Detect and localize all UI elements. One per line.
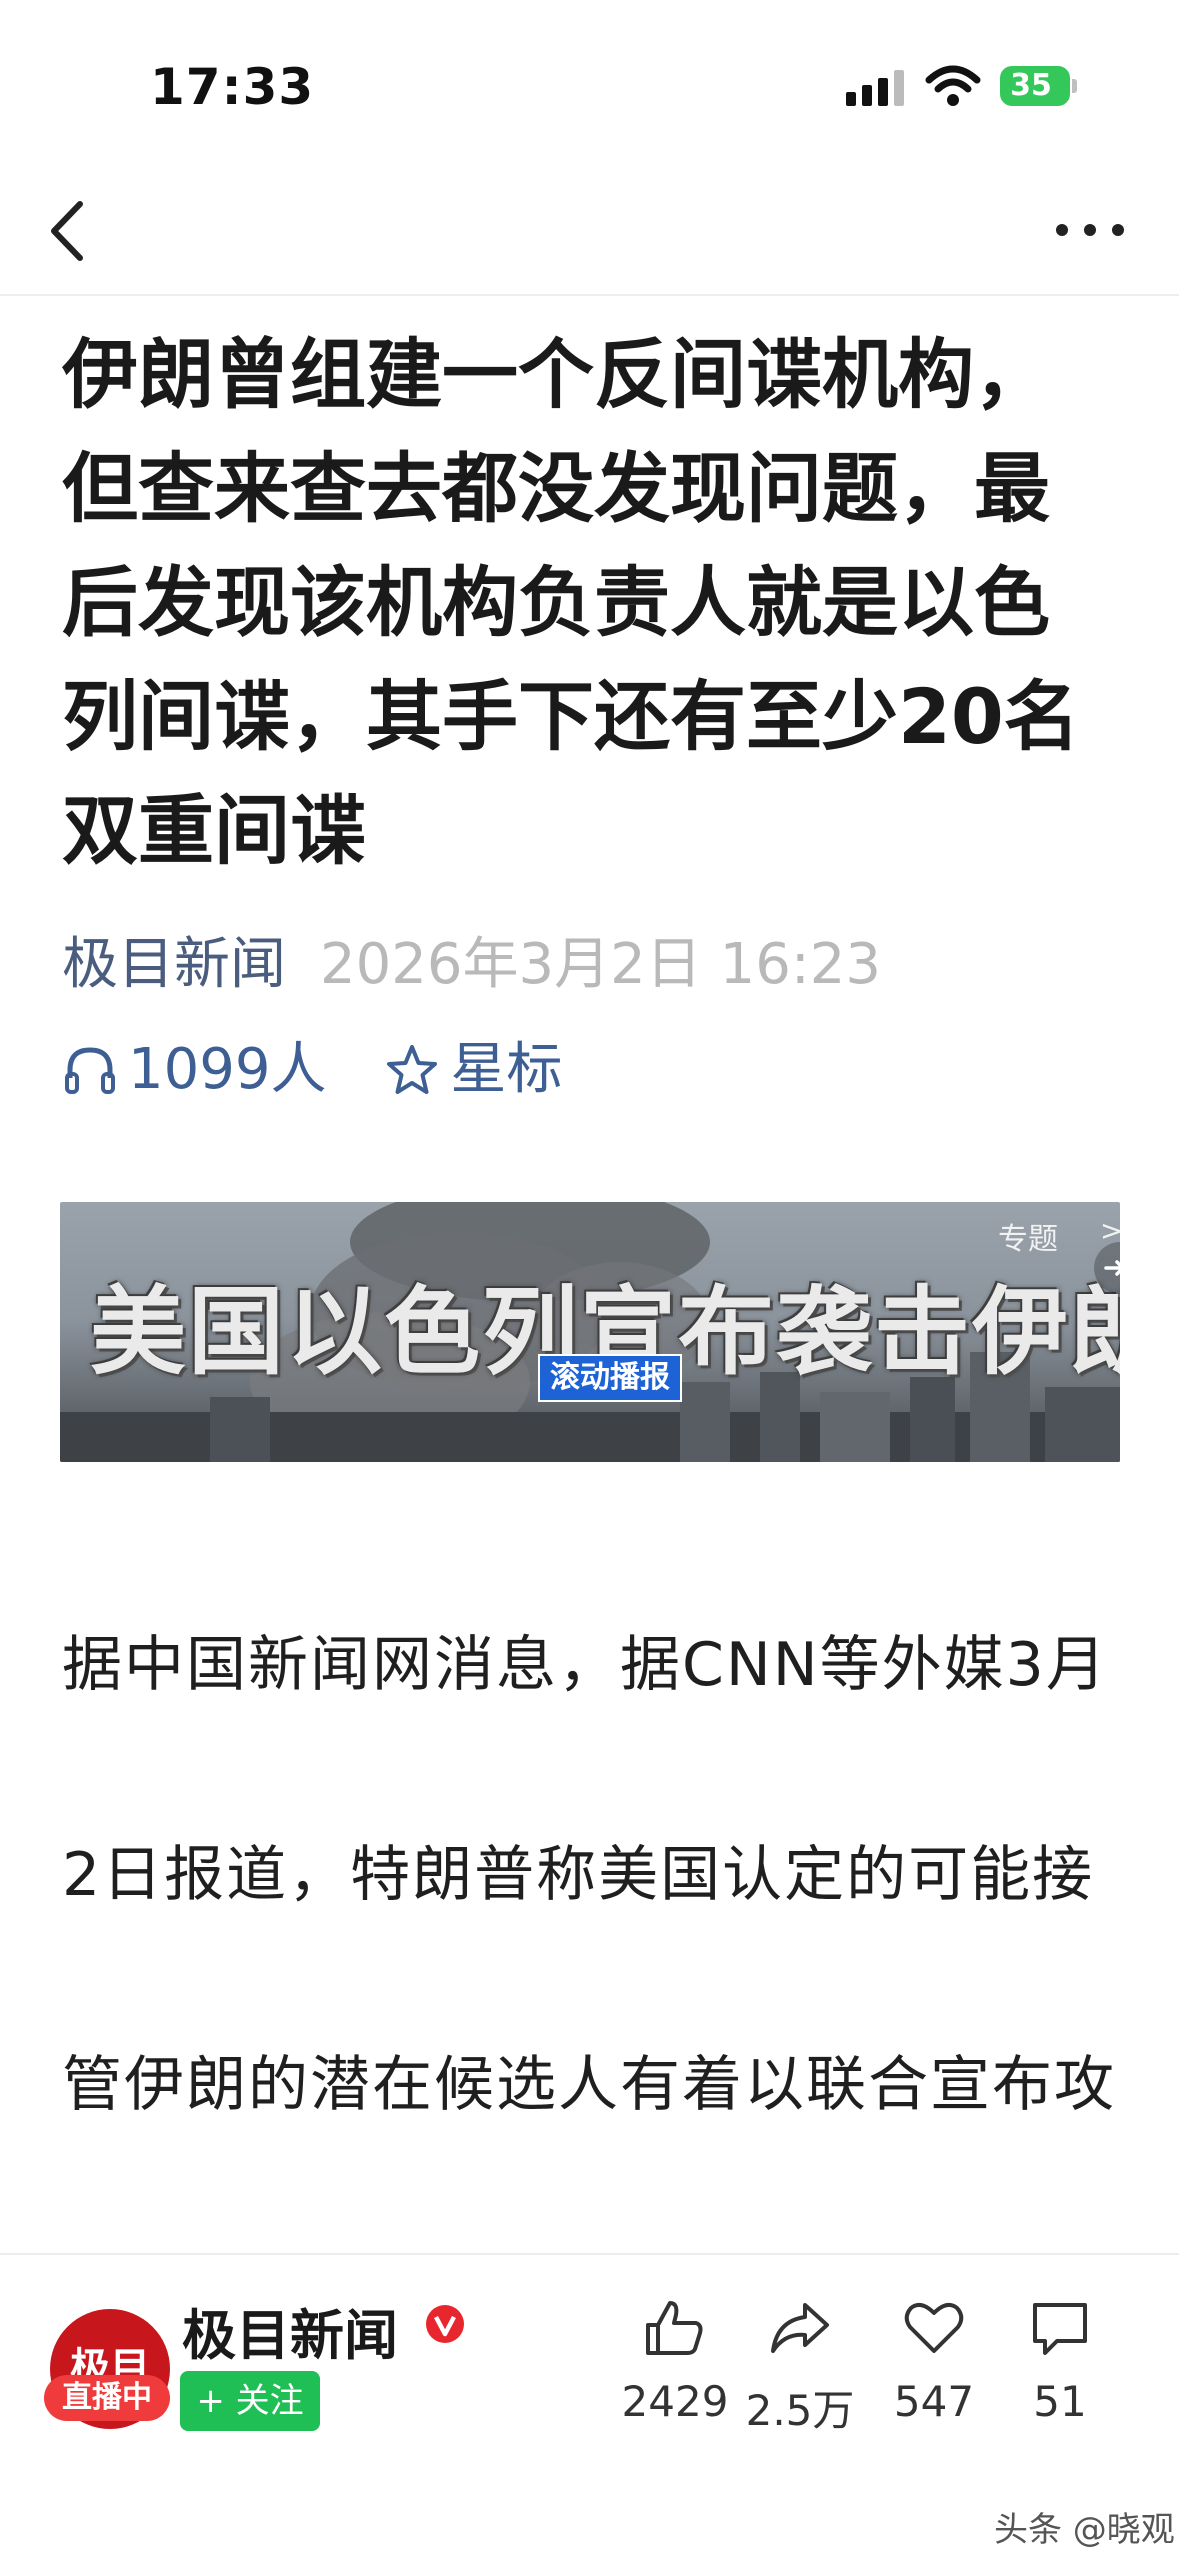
- star-icon: [387, 1045, 438, 1094]
- heart-icon: [904, 2302, 964, 2353]
- source-name[interactable]: 极目新闻: [62, 932, 286, 997]
- comment-bubble-icon: [1033, 2303, 1087, 2355]
- follow-button[interactable]: + 关注: [180, 2371, 320, 2431]
- listen-button[interactable]: 1099人: [62, 1030, 327, 1110]
- cellular-signal-icon: [846, 70, 904, 106]
- article-actions: 1099人 星标: [62, 1030, 562, 1110]
- listener-count: 1099人: [128, 1037, 327, 1102]
- nav-bar: [0, 170, 1179, 296]
- share-button[interactable]: 2.5万: [730, 2295, 870, 2438]
- topic-label: 专题: [998, 1222, 1058, 1257]
- battery-level: 35: [1010, 68, 1052, 103]
- like-button[interactable]: 2429: [605, 2295, 745, 2426]
- back-arrow-icon[interactable]: [40, 196, 100, 266]
- star-label: 星标: [450, 1037, 563, 1102]
- account-name[interactable]: 极目新闻: [182, 2291, 398, 2370]
- battery-icon: 35: [1000, 66, 1077, 106]
- status-bar: 17:33 35: [0, 0, 1179, 170]
- comment-count: 51: [1033, 2377, 1087, 2426]
- article-meta: 极目新闻 2026年3月2日 16:23: [62, 930, 881, 1000]
- banner-tag: 滚动播报: [538, 1354, 682, 1402]
- headphone-icon: [65, 1047, 115, 1094]
- enter-topic-icon[interactable]: [1092, 1240, 1120, 1296]
- wifi-icon: [925, 65, 981, 106]
- favorite-button[interactable]: 547: [864, 2295, 1004, 2426]
- favorite-count: 547: [893, 2377, 975, 2426]
- publish-time: 2026年3月2日 16:23: [320, 932, 881, 997]
- share-arrow-icon: [771, 2303, 829, 2353]
- live-badge[interactable]: 直播中: [44, 2375, 170, 2421]
- article-title: 伊朗曾组建一个反间谍机构，但查来查去都没发现问题，最后发现该机构负责人就是以色列…: [62, 330, 1080, 875]
- topic-banner[interactable]: 美国以色列宣布袭击伊朗 滚动播报 专题 >>>: [60, 1202, 1120, 1462]
- watermark: 头条 @晓观: [994, 2510, 1175, 2550]
- thumbs-up-icon: [646, 2301, 703, 2355]
- more-options-icon[interactable]: [1050, 210, 1130, 250]
- comment-button[interactable]: 51: [990, 2295, 1130, 2426]
- status-time: 17:33: [150, 58, 315, 116]
- star-button[interactable]: 星标: [384, 1030, 562, 1110]
- like-count: 2429: [621, 2377, 729, 2426]
- share-count: 2.5万: [745, 2386, 855, 2435]
- verified-badge-icon: [426, 2305, 464, 2343]
